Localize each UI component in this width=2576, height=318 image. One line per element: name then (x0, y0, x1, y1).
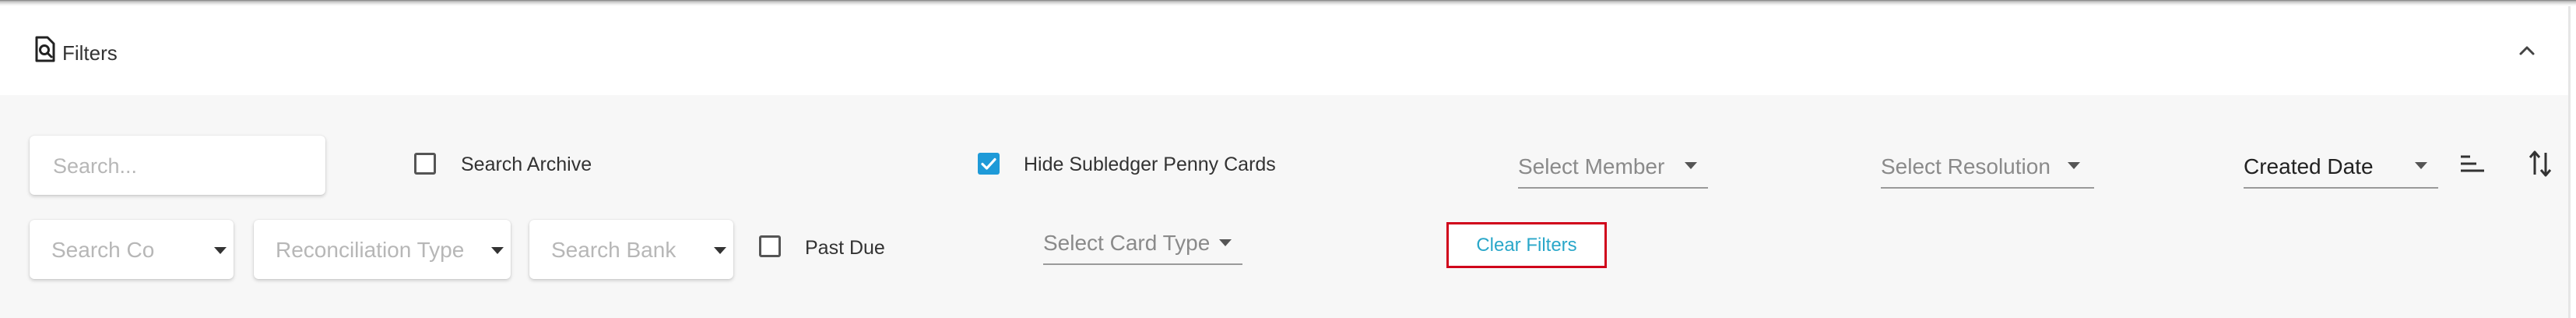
filters-header[interactable]: Filters (0, 6, 2571, 95)
select-card-type-placeholder: Select Card Type (1043, 231, 1211, 255)
select-member-placeholder: Select Member (1518, 154, 1665, 178)
caret-down-icon (1219, 239, 1232, 246)
checkmark-icon (981, 157, 996, 170)
caret-down-icon (214, 247, 227, 254)
select-resolution-placeholder: Select Resolution (1881, 154, 2051, 178)
filters-panel: Search... Search Archive Hide Subledger … (0, 95, 2571, 318)
chevron-up-icon[interactable] (2514, 37, 2540, 64)
clear-filters-button[interactable]: Clear Filters (1446, 222, 1607, 268)
filters-page: Filters Search... Search Archive Hide Su… (0, 0, 2576, 318)
select-resolution-dropdown[interactable]: Select Resolution (1881, 142, 2094, 189)
past-due-label: Past Due (805, 237, 885, 259)
caret-down-icon (2068, 162, 2080, 169)
sort-lines-icon[interactable] (2458, 153, 2486, 176)
filter-search-icon (34, 36, 56, 66)
search-co-dropdown[interactable]: Search Co (30, 220, 234, 279)
filters-title-label: Filters (62, 41, 118, 65)
sort-direction-icon[interactable] (2527, 148, 2553, 179)
sort-field-dropdown[interactable]: Created Date (2244, 142, 2438, 189)
filters-title: Filters (34, 36, 118, 66)
past-due-checkbox[interactable] (759, 235, 781, 257)
search-co-placeholder: Search Co (51, 238, 155, 262)
caret-down-icon (714, 247, 726, 254)
reconciliation-type-placeholder: Reconciliation Type (276, 238, 465, 262)
caret-down-icon (491, 247, 504, 254)
caret-down-icon (2415, 162, 2427, 169)
search-input[interactable]: Search... (30, 136, 325, 195)
sort-field-value: Created Date (2244, 154, 2374, 178)
search-input-placeholder: Search... (53, 154, 138, 178)
search-archive-label: Search Archive (461, 154, 592, 175)
clear-filters-label: Clear Filters (1476, 234, 1577, 256)
search-bank-dropdown[interactable]: Search Bank (529, 220, 733, 279)
top-shadow (0, 0, 2576, 6)
search-archive-checkbox[interactable] (414, 153, 436, 175)
hide-subledger-label: Hide Subledger Penny Cards (1024, 154, 1276, 175)
select-card-type-dropdown[interactable]: Select Card Type (1043, 220, 1242, 265)
search-bank-placeholder: Search Bank (551, 238, 677, 262)
caret-down-icon (1685, 162, 1697, 169)
reconciliation-type-dropdown[interactable]: Reconciliation Type (254, 220, 511, 279)
hide-subledger-checkbox[interactable] (978, 153, 1000, 175)
select-member-dropdown[interactable]: Select Member (1518, 142, 1708, 189)
